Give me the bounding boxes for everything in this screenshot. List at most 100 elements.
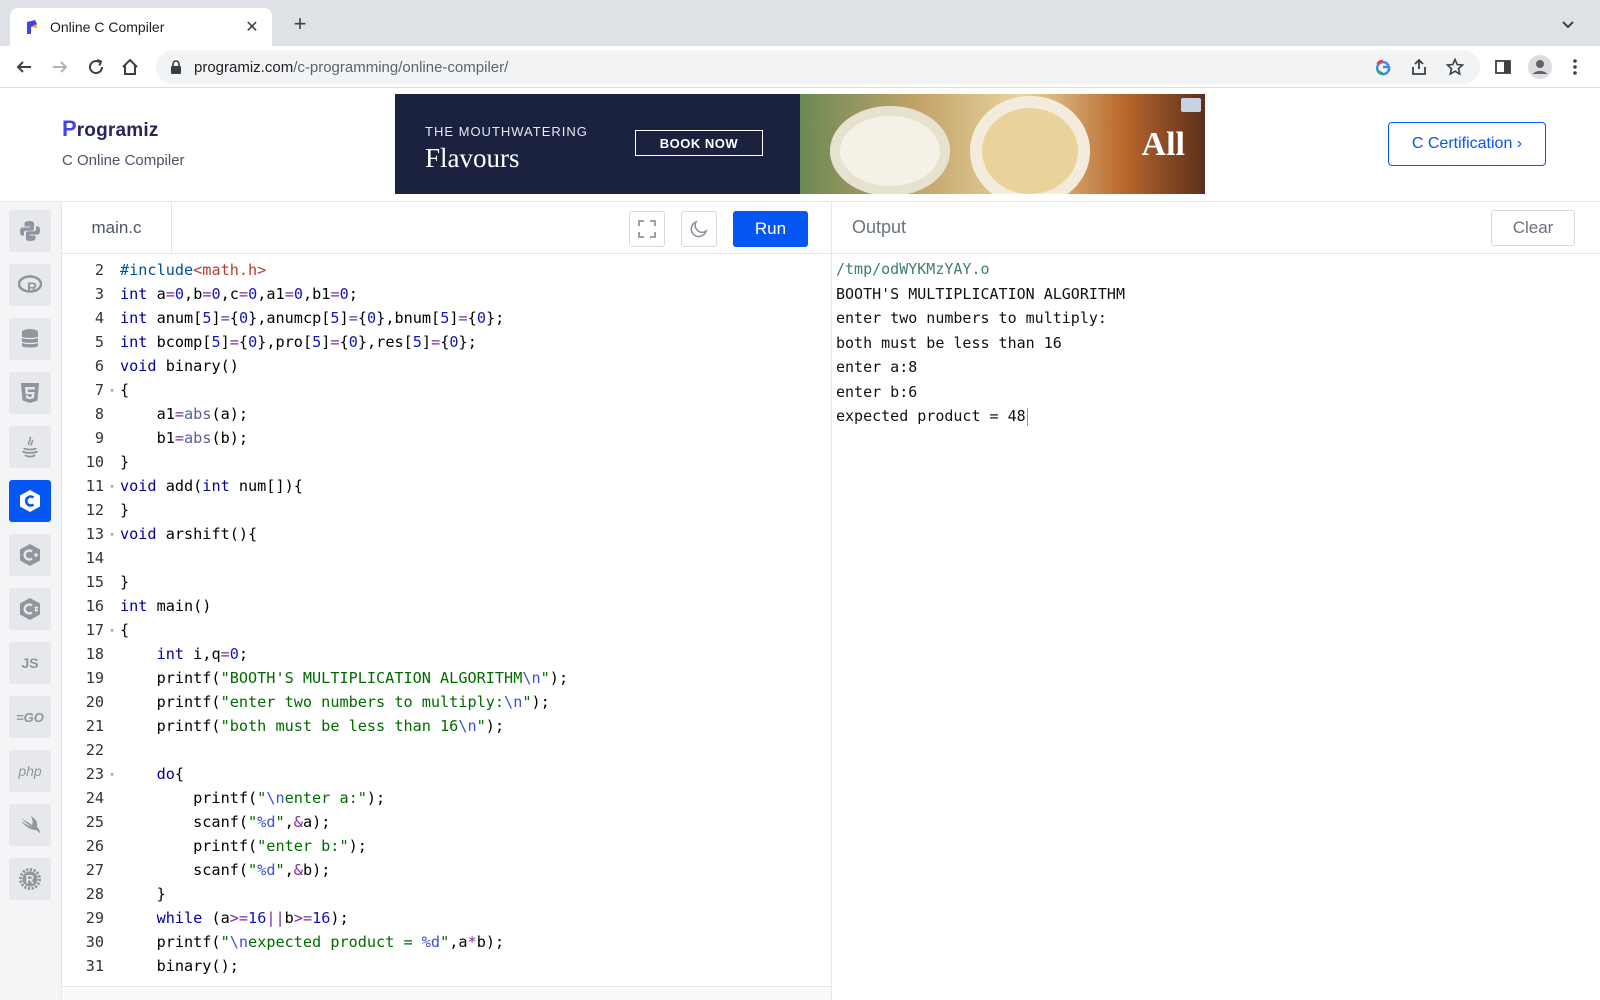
rust-icon[interactable]: R <box>9 858 51 900</box>
browser-menu-icon[interactable] <box>1562 54 1588 80</box>
python-icon[interactable] <box>9 210 51 252</box>
editor-scrollbar[interactable] <box>62 986 831 1000</box>
code-line[interactable]: 14 <box>62 546 831 571</box>
code-line[interactable]: 5 int bcomp[5]={0},pro[5]={0},res[5]={0}; <box>62 330 831 355</box>
ad-choices-icon[interactable] <box>1181 98 1201 112</box>
code-text: printf("\nenter a:"); <box>120 789 386 808</box>
code-line[interactable]: 8 a1=abs(a); <box>62 402 831 427</box>
home-icon[interactable] <box>118 55 142 79</box>
bookmark-star-icon[interactable] <box>1444 56 1466 78</box>
fold-arrow-icon[interactable]: ▾ <box>104 626 120 635</box>
ad-brand-logo: All <box>1141 126 1185 163</box>
run-button[interactable]: Run <box>733 211 808 247</box>
code-text: void binary() <box>120 357 239 376</box>
code-line[interactable]: 25 scanf("%d",&a); <box>62 810 831 835</box>
code-line[interactable]: 10} <box>62 450 831 475</box>
code-line[interactable]: 27 scanf("%d",&b); <box>62 858 831 883</box>
google-lens-icon[interactable] <box>1372 56 1394 78</box>
code-line[interactable]: 11 ▾ void add(int num[]){ <box>62 474 831 499</box>
c-certification-button[interactable]: C Certification › <box>1388 122 1546 166</box>
html5-icon[interactable] <box>9 372 51 414</box>
code-text: int bcomp[5]={0},pro[5]={0},res[5]={0}; <box>120 333 477 352</box>
forward-icon[interactable] <box>48 55 72 79</box>
share-icon[interactable] <box>1408 56 1430 78</box>
ad-book-now-button[interactable]: BOOK NOW <box>635 130 763 156</box>
code-line[interactable]: 26 printf("enter b:"); <box>62 834 831 859</box>
c-icon[interactable] <box>9 480 51 522</box>
tab-title: Online C Compiler <box>50 19 165 35</box>
fold-arrow-icon[interactable]: ▾ <box>104 482 120 491</box>
lock-icon <box>170 60 184 74</box>
code-line[interactable]: 30 printf("\nexpected product = %d",a*b)… <box>62 930 831 955</box>
code-line[interactable]: 29 while (a>=16||b>=16); <box>62 906 831 931</box>
back-icon[interactable] <box>12 55 36 79</box>
code-line[interactable]: 9 b1=abs(b); <box>62 426 831 451</box>
code-text: printf("both must be less than 16\n"); <box>120 717 505 736</box>
code-text: while (a>=16||b>=16); <box>156 909 349 928</box>
java-icon[interactable] <box>9 426 51 468</box>
tab-search-chevron-icon[interactable] <box>1558 14 1578 34</box>
code-line[interactable]: 13 ▾ void arshift(){ <box>62 522 831 547</box>
fold-arrow-icon[interactable]: ▾ <box>104 530 120 539</box>
clear-button[interactable]: Clear <box>1491 210 1575 246</box>
advertisement-banner[interactable]: THE MOUTHWATERING Flavours BOOK NOW All <box>395 94 1205 194</box>
code-line[interactable]: 20 printf("enter two numbers to multiply… <box>62 690 831 715</box>
code-text: } <box>120 885 166 904</box>
line-number: 16 <box>85 597 104 616</box>
output-header: Output Clear <box>832 202 1600 254</box>
database-icon[interactable] <box>9 318 51 360</box>
fold-arrow-icon[interactable]: ▾ <box>104 386 120 395</box>
code-line[interactable]: 22 <box>62 738 831 763</box>
code-line[interactable]: 17 ▾{ <box>62 618 831 643</box>
line-number: 11 <box>85 477 104 496</box>
code-text: int anum[5]={0},anumcp[5]={0},bnum[5]={0… <box>120 309 505 328</box>
code-line[interactable]: 16 int main() <box>62 594 831 619</box>
panel-divider[interactable] <box>831 202 832 1000</box>
url-path: /c-programming/online-compiler/ <box>293 58 509 76</box>
code-text: } <box>120 453 130 472</box>
csharp-icon[interactable] <box>9 588 51 630</box>
code-line[interactable]: 7 ▾{ <box>62 378 831 403</box>
code-line[interactable]: 18 int i,q=0; <box>62 642 831 667</box>
output-line: enter b:6 <box>836 382 918 401</box>
code-line[interactable]: 6 void binary() <box>62 354 831 379</box>
fullscreen-icon[interactable] <box>629 211 665 247</box>
code-text: } <box>120 501 130 520</box>
dark-mode-moon-icon[interactable] <box>681 211 717 247</box>
programiz-logo[interactable]: Programiz <box>62 116 159 142</box>
code-line[interactable]: 24 printf("\nenter a:"); <box>62 786 831 811</box>
address-bar[interactable]: programiz.com/c-programming/online-compi… <box>156 50 1480 84</box>
code-line[interactable]: 12} <box>62 498 831 523</box>
javascript-icon[interactable]: JS <box>9 642 51 684</box>
output-console[interactable]: /tmp/odWYKMzYAY.o BOOTH'S MULTIPLICATION… <box>836 257 1596 429</box>
code-line[interactable]: 31 binary(); <box>62 954 831 979</box>
go-icon[interactable]: =GO <box>9 696 51 738</box>
line-number: 7 <box>94 381 104 400</box>
code-line[interactable]: 2 #include<math.h> <box>62 258 831 283</box>
reload-icon[interactable] <box>84 55 108 79</box>
code-line[interactable]: 19 printf("BOOTH'S MULTIPLICATION ALGORI… <box>62 666 831 691</box>
browser-tab[interactable]: Online C Compiler ✕ <box>10 8 272 46</box>
line-number: 15 <box>85 573 104 592</box>
swift-icon[interactable] <box>9 804 51 846</box>
cpp-icon[interactable] <box>9 534 51 576</box>
file-tab-main-c[interactable]: main.c <box>62 202 172 254</box>
code-line[interactable]: 3 int a=0,b=0,c=0,a1=0,b1=0; <box>62 282 831 307</box>
code-line[interactable]: 28 } <box>62 882 831 907</box>
code-line[interactable]: 23 ▾ do{ <box>62 762 831 787</box>
profile-avatar-icon[interactable] <box>1527 54 1553 80</box>
code-line[interactable]: 4 int anum[5]={0},anumcp[5]={0},bnum[5]={… <box>62 306 831 331</box>
close-tab-icon[interactable]: ✕ <box>242 17 262 37</box>
fold-arrow-icon[interactable]: ▾ <box>104 770 120 779</box>
php-icon[interactable]: php <box>9 750 51 792</box>
output-line: BOOTH'S MULTIPLICATION ALGORITHM <box>836 284 1125 303</box>
new-tab-icon[interactable]: + <box>288 13 312 37</box>
code-line[interactable]: 21 printf("both must be less than 16\n")… <box>62 714 831 739</box>
line-number: 28 <box>85 885 104 904</box>
side-panel-icon[interactable] <box>1490 54 1516 80</box>
code-editor[interactable]: 2 #include<math.h> 3 int a=0,b=0,c=0,a1=0,b… <box>62 254 831 986</box>
code-line[interactable]: 15} <box>62 570 831 595</box>
line-number: 6 <box>94 357 104 376</box>
code-text: { <box>120 381 130 400</box>
r-icon[interactable]: R <box>9 264 51 306</box>
